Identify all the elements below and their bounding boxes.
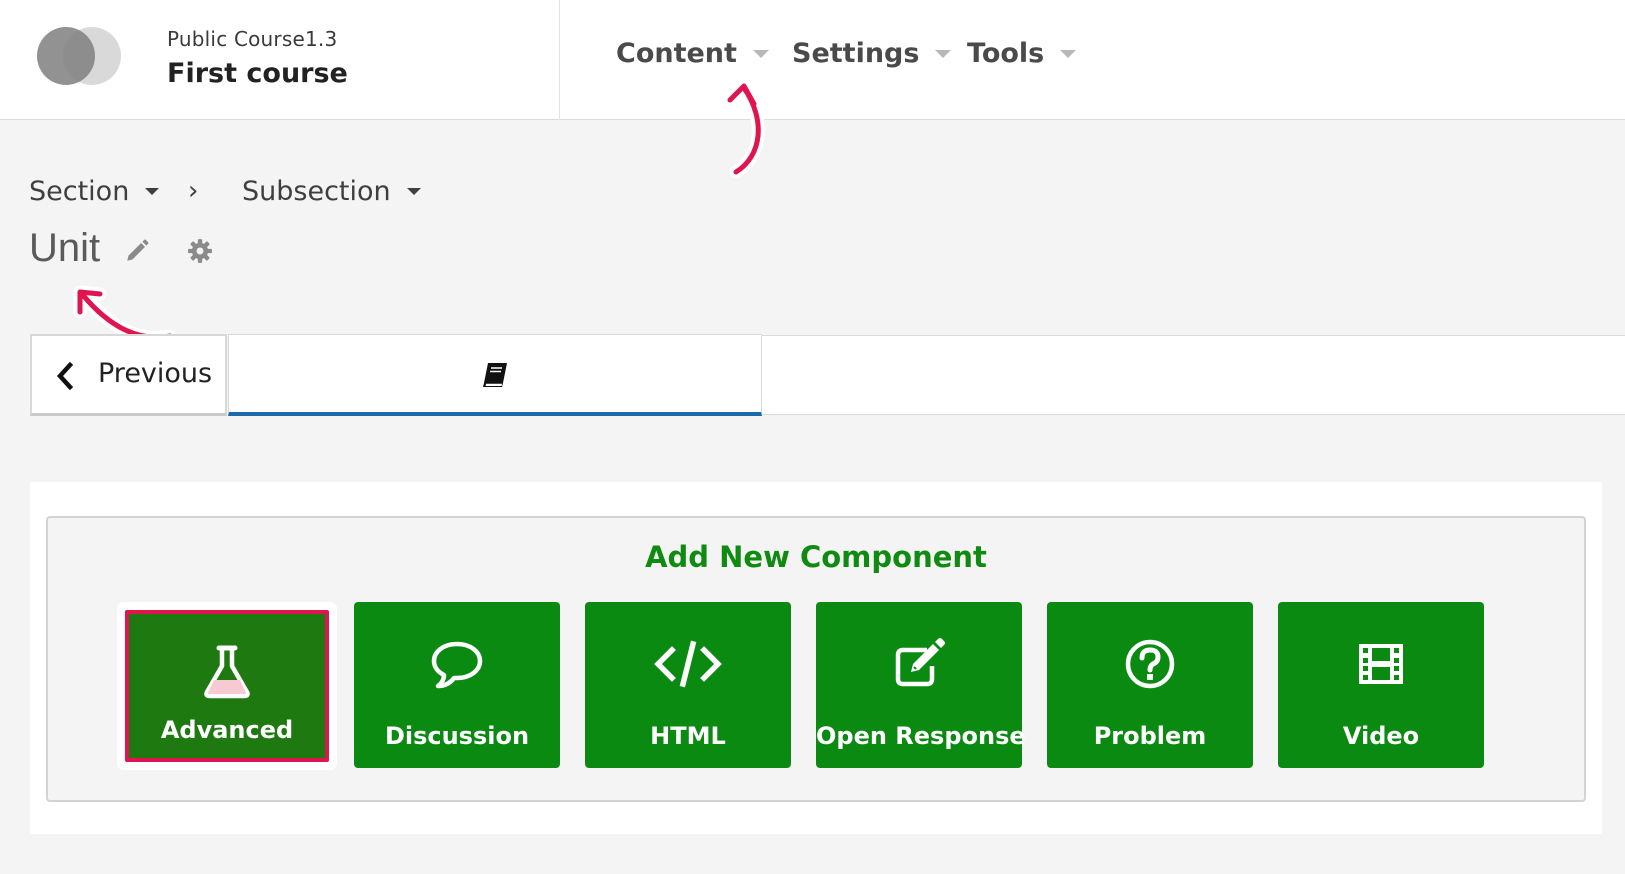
nav-settings-label: Settings	[792, 38, 920, 69]
add-open-response-label: Open Response	[816, 722, 1026, 750]
course-org-label: Public Course1.3	[167, 27, 338, 51]
course-logo[interactable]	[36, 26, 126, 86]
add-advanced-button[interactable]: Advanced	[125, 610, 329, 762]
previous-label: Previous	[98, 358, 213, 389]
add-open-response-button[interactable]: Open Response	[816, 602, 1026, 768]
unit-title: Unit	[29, 226, 101, 270]
book-icon	[483, 363, 507, 387]
breadcrumb-section-label: Section	[29, 176, 130, 207]
flask-icon	[204, 645, 250, 699]
sequence-nav-bar	[762, 335, 1625, 415]
caret-down-icon	[406, 188, 421, 195]
add-problem-button[interactable]: Problem	[1047, 602, 1253, 768]
breadcrumb-subsection[interactable]: Subsection	[242, 176, 421, 207]
previous-button[interactable]: Previous	[30, 334, 227, 416]
add-html-button[interactable]: HTML	[585, 602, 791, 768]
course-header: Public Course1.3 First course Content Se…	[0, 0, 1625, 120]
speech-bubble-icon	[431, 641, 483, 689]
add-discussion-button[interactable]: Discussion	[354, 602, 560, 768]
caret-down-icon	[752, 49, 769, 58]
course-brand: Public Course1.3 First course	[0, 0, 560, 120]
add-problem-label: Problem	[1093, 722, 1207, 750]
course-title: First course	[167, 58, 348, 89]
caret-down-icon	[1060, 49, 1077, 58]
add-advanced-label: Advanced	[160, 716, 294, 744]
add-discussion-label: Discussion	[384, 722, 530, 750]
sequence-tab-current[interactable]	[228, 334, 762, 416]
breadcrumb-subsection-label: Subsection	[242, 176, 391, 207]
caret-down-icon	[935, 49, 952, 58]
chevron-left-icon	[56, 362, 74, 390]
nav-content-menu[interactable]: Content	[616, 38, 769, 69]
pencil-icon[interactable]	[124, 238, 150, 264]
nav-tools-menu[interactable]: Tools	[967, 38, 1077, 69]
add-video-label: Video	[1342, 722, 1420, 750]
film-icon	[1359, 644, 1403, 684]
nav-content-label: Content	[616, 38, 737, 69]
annotation-arrow-content	[723, 79, 765, 179]
code-icon	[654, 640, 722, 688]
edit-square-icon	[895, 638, 945, 687]
question-circle-icon	[1125, 639, 1175, 689]
caret-down-icon	[145, 188, 160, 195]
gear-icon[interactable]	[187, 238, 213, 264]
breadcrumb-separator-icon: ›	[188, 176, 199, 206]
breadcrumb-section[interactable]: Section	[29, 176, 160, 207]
add-component-heading: Add New Component	[645, 540, 987, 574]
nav-settings-menu[interactable]: Settings	[792, 38, 952, 69]
add-html-label: HTML	[650, 722, 726, 750]
add-video-button[interactable]: Video	[1278, 602, 1484, 768]
nav-tools-label: Tools	[967, 38, 1045, 69]
